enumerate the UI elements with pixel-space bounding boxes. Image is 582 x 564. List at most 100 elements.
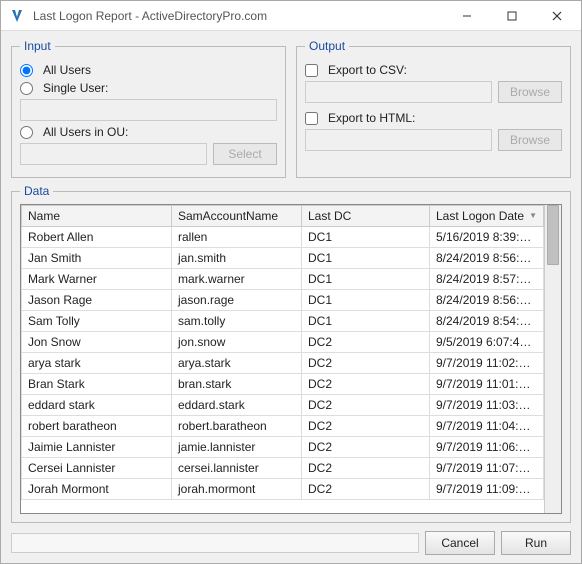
- label-export-html: Export to HTML:: [328, 111, 415, 125]
- table-row[interactable]: robert baratheonrobert.baratheonDC29/7/2…: [22, 416, 544, 437]
- cell-date: 9/7/2019 11:02:19 AM: [430, 353, 544, 374]
- run-button[interactable]: Run: [501, 531, 571, 555]
- cell-name: arya stark: [22, 353, 172, 374]
- cell-date: 9/7/2019 11:06:54 AM: [430, 437, 544, 458]
- sort-indicator-icon: ▼: [529, 211, 537, 220]
- cell-dc: DC2: [302, 353, 430, 374]
- cell-name: Mark Warner: [22, 269, 172, 290]
- cell-sam: bran.stark: [172, 374, 302, 395]
- cell-date: 9/7/2019 11:03:37 AM: [430, 395, 544, 416]
- table-row[interactable]: Bran Starkbran.starkDC29/7/2019 11:01:29…: [22, 374, 544, 395]
- label-export-csv: Export to CSV:: [328, 63, 407, 77]
- table-row[interactable]: Robert AllenrallenDC15/16/2019 8:39:25 A…: [22, 227, 544, 248]
- close-button[interactable]: [534, 2, 579, 30]
- cell-date: 8/24/2019 8:57:00 AM: [430, 269, 544, 290]
- table-row[interactable]: Jaimie Lannisterjamie.lannisterDC29/7/20…: [22, 437, 544, 458]
- table-row[interactable]: Cersei Lannistercersei.lannisterDC29/7/2…: [22, 458, 544, 479]
- checkbox-export-html[interactable]: [305, 112, 318, 125]
- data-grid[interactable]: Name SamAccountName Last DC Last Logon D…: [21, 205, 544, 513]
- html-path-input[interactable]: [305, 129, 492, 151]
- cell-sam: jason.rage: [172, 290, 302, 311]
- table-row[interactable]: eddard starkeddard.starkDC29/7/2019 11:0…: [22, 395, 544, 416]
- cell-sam: jan.smith: [172, 248, 302, 269]
- cancel-button[interactable]: Cancel: [425, 531, 495, 555]
- cell-sam: cersei.lannister: [172, 458, 302, 479]
- table-row[interactable]: arya starkarya.starkDC29/7/2019 11:02:19…: [22, 353, 544, 374]
- cell-sam: eddard.stark: [172, 395, 302, 416]
- scrollbar-thumb[interactable]: [547, 205, 559, 265]
- cell-sam: rallen: [172, 227, 302, 248]
- table-row[interactable]: Jorah Mormontjorah.mormontDC29/7/2019 11…: [22, 479, 544, 500]
- single-user-input[interactable]: [20, 99, 277, 121]
- col-header-name[interactable]: Name: [22, 206, 172, 227]
- cell-date: 9/7/2019 11:07:31 AM: [430, 458, 544, 479]
- cell-date: 5/16/2019 8:39:25 AM: [430, 227, 544, 248]
- minimize-button[interactable]: [444, 2, 489, 30]
- cell-dc: DC1: [302, 269, 430, 290]
- select-ou-button[interactable]: Select: [213, 143, 277, 165]
- csv-path-input[interactable]: [305, 81, 492, 103]
- table-row[interactable]: Sam Tollysam.tollyDC18/24/2019 8:54:34 A…: [22, 311, 544, 332]
- browse-csv-button[interactable]: Browse: [498, 81, 562, 103]
- cell-dc: DC2: [302, 416, 430, 437]
- cell-dc: DC1: [302, 227, 430, 248]
- titlebar[interactable]: Last Logon Report - ActiveDirectoryPro.c…: [1, 1, 581, 31]
- cell-sam: arya.stark: [172, 353, 302, 374]
- vertical-scrollbar[interactable]: [544, 205, 561, 513]
- cell-date: 9/7/2019 11:04:48 AM: [430, 416, 544, 437]
- cell-name: Jason Rage: [22, 290, 172, 311]
- cell-date: 8/24/2019 8:56:19 AM: [430, 248, 544, 269]
- label-all-users: All Users: [43, 63, 91, 77]
- cell-sam: mark.warner: [172, 269, 302, 290]
- input-group: Input All Users Single User: All Users i…: [11, 39, 286, 178]
- output-legend: Output: [305, 39, 349, 53]
- window-title: Last Logon Report - ActiveDirectoryPro.c…: [33, 9, 444, 23]
- table-row[interactable]: Jon Snowjon.snowDC29/5/2019 6:07:49 PM: [22, 332, 544, 353]
- cell-name: Cersei Lannister: [22, 458, 172, 479]
- cell-name: Jorah Mormont: [22, 479, 172, 500]
- input-legend: Input: [20, 39, 55, 53]
- label-single-user: Single User:: [43, 81, 108, 95]
- browse-html-button[interactable]: Browse: [498, 129, 562, 151]
- app-logo-icon: [9, 8, 25, 24]
- cell-dc: DC2: [302, 458, 430, 479]
- ou-input[interactable]: [20, 143, 207, 165]
- app-window: Last Logon Report - ActiveDirectoryPro.c…: [0, 0, 582, 564]
- maximize-button[interactable]: [489, 2, 534, 30]
- data-legend: Data: [20, 184, 53, 198]
- cell-name: Jaimie Lannister: [22, 437, 172, 458]
- cell-date: 9/7/2019 11:09:41 AM: [430, 479, 544, 500]
- cell-name: Robert Allen: [22, 227, 172, 248]
- col-header-date[interactable]: Last Logon Date▼: [430, 206, 544, 227]
- cell-date: 8/24/2019 8:54:34 AM: [430, 311, 544, 332]
- cell-date: 8/24/2019 8:56:33 AM: [430, 290, 544, 311]
- cell-sam: robert.baratheon: [172, 416, 302, 437]
- cell-dc: DC1: [302, 248, 430, 269]
- output-group: Output Export to CSV: Browse Export to H…: [296, 39, 571, 178]
- cell-dc: DC2: [302, 437, 430, 458]
- radio-all-in-ou[interactable]: [20, 126, 33, 139]
- progress-bar: [11, 533, 419, 553]
- table-row[interactable]: Jason Ragejason.rageDC18/24/2019 8:56:33…: [22, 290, 544, 311]
- cell-name: robert baratheon: [22, 416, 172, 437]
- radio-single-user[interactable]: [20, 82, 33, 95]
- cell-dc: DC2: [302, 332, 430, 353]
- cell-date: 9/5/2019 6:07:49 PM: [430, 332, 544, 353]
- cell-dc: DC1: [302, 290, 430, 311]
- col-header-dc[interactable]: Last DC: [302, 206, 430, 227]
- col-header-sam[interactable]: SamAccountName: [172, 206, 302, 227]
- cell-dc: DC1: [302, 311, 430, 332]
- checkbox-export-csv[interactable]: [305, 64, 318, 77]
- cell-name: Jan Smith: [22, 248, 172, 269]
- table-row[interactable]: Mark Warnermark.warnerDC18/24/2019 8:57:…: [22, 269, 544, 290]
- cell-sam: jamie.lannister: [172, 437, 302, 458]
- cell-dc: DC2: [302, 395, 430, 416]
- cell-name: Jon Snow: [22, 332, 172, 353]
- cell-dc: DC2: [302, 374, 430, 395]
- radio-all-users[interactable]: [20, 64, 33, 77]
- data-group: Data Name SamAccountName Last DC Last Lo…: [11, 184, 571, 523]
- cell-name: Sam Tolly: [22, 311, 172, 332]
- cell-name: Bran Stark: [22, 374, 172, 395]
- table-row[interactable]: Jan Smithjan.smithDC18/24/2019 8:56:19 A…: [22, 248, 544, 269]
- cell-dc: DC2: [302, 479, 430, 500]
